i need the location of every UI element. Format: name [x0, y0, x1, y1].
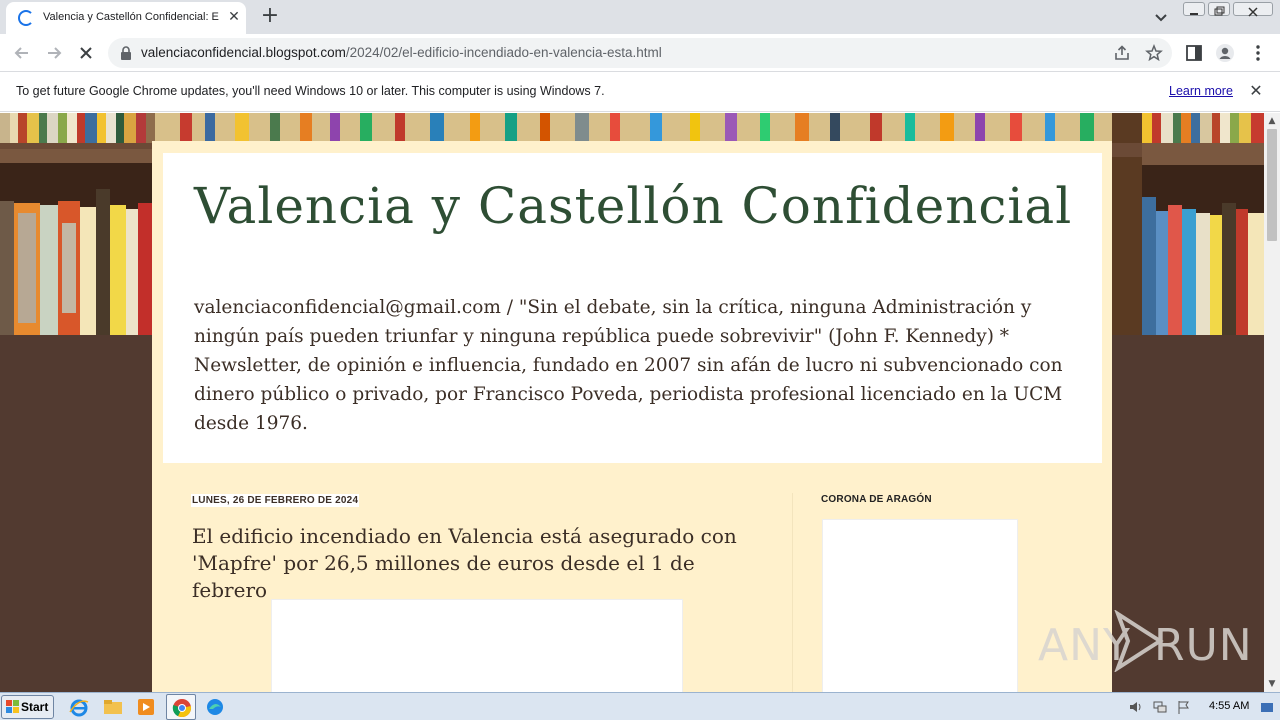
post-date-header: LUNES, 26 DE FEBRERO DE 2024: [191, 494, 360, 507]
file-explorer-icon[interactable]: [102, 696, 124, 718]
scroll-up-arrow-icon[interactable]: ▲: [1264, 113, 1280, 129]
tab-close-icon[interactable]: ✕: [226, 9, 242, 25]
forward-icon[interactable]: [43, 42, 65, 64]
profile-icon[interactable]: [1215, 43, 1235, 63]
taskbar-clock[interactable]: 4:55 AM: [1209, 700, 1249, 712]
tab-loading-spinner-icon: [18, 10, 34, 26]
new-tab-button[interactable]: +: [258, 5, 282, 29]
post-title: El edificio incendiado en Valencia está …: [192, 524, 737, 602]
anyrun-watermark-logo: ANY RUN: [1038, 610, 1252, 680]
blog-description: valenciaconfidencial@gmail.com / "Sin el…: [194, 297, 1063, 434]
scroll-down-arrow-icon[interactable]: ▼: [1264, 676, 1280, 692]
close-window-button[interactable]: [1233, 2, 1273, 17]
blog-content-area: Valencia y Castellón Confidencial valenc…: [152, 141, 1112, 692]
volume-icon[interactable]: [1128, 699, 1144, 715]
tab-title: Valencia y Castellón Confidencial: El: [43, 11, 219, 23]
minimize-window-button[interactable]: [1183, 2, 1205, 16]
windows-taskbar: Start 4:55 AM: [0, 692, 1280, 720]
update-infobar: To get future Google Chrome updates, you…: [0, 72, 1280, 112]
watermark-text-right: RUN: [1154, 620, 1253, 671]
blog-header: Valencia y Castellón Confidencial valenc…: [163, 153, 1102, 463]
learn-more-link[interactable]: Learn more: [1169, 84, 1233, 98]
url-domain: valenciaconfidencial.blogspot.com: [141, 45, 346, 60]
start-label: Start: [21, 700, 49, 714]
active-tab[interactable]: Valencia y Castellón Confidencial: El ✕: [6, 2, 246, 34]
tab-search-chevron-icon[interactable]: [1152, 8, 1170, 26]
sidebar-divider: [792, 493, 793, 692]
chrome-menu-icon[interactable]: [1248, 43, 1268, 63]
tab-strip: Valencia y Castellón Confidencial: El ✕ …: [0, 0, 1280, 34]
edge-icon[interactable]: [204, 696, 226, 718]
chrome-taskbar-button[interactable]: [166, 694, 196, 720]
scroll-thumb[interactable]: [1267, 129, 1277, 241]
infobar-close-icon[interactable]: ✕: [1247, 82, 1265, 100]
sidebar-widget-title: CORONA DE ARAGÓN: [821, 494, 932, 505]
media-player-icon[interactable]: [135, 696, 157, 718]
internet-explorer-icon[interactable]: [68, 696, 90, 718]
side-panel-icon[interactable]: [1184, 43, 1204, 63]
url-path: /2024/02/el-edificio-incendiado-en-valen…: [345, 45, 662, 60]
action-center-flag-icon[interactable]: [1176, 699, 1192, 715]
blog-title[interactable]: Valencia y Castellón Confidencial: [194, 177, 1072, 235]
address-bar[interactable]: valenciaconfidencial.blogspot.com/2024/0…: [108, 38, 1172, 68]
sidebar-widget-image[interactable]: [822, 519, 1018, 692]
back-icon[interactable]: [11, 42, 33, 64]
lock-icon[interactable]: [120, 46, 132, 60]
stop-loading-icon[interactable]: [75, 42, 97, 64]
start-button[interactable]: Start: [1, 695, 54, 719]
network-icon[interactable]: [1152, 699, 1168, 715]
windows-flag-icon: [6, 700, 19, 713]
show-desktop-icon[interactable]: [1259, 699, 1275, 715]
url-text[interactable]: valenciaconfidencial.blogspot.com/2024/0…: [141, 45, 662, 60]
share-icon[interactable]: [1113, 44, 1131, 62]
page-viewport: Valencia y Castellón Confidencial valenc…: [0, 113, 1264, 692]
vertical-scrollbar[interactable]: ▲ ▼: [1264, 113, 1280, 692]
chrome-icon: [172, 699, 192, 718]
infobar-message: To get future Google Chrome updates, you…: [16, 84, 605, 98]
bookmark-star-icon[interactable]: [1145, 44, 1163, 62]
post-image-placeholder: [271, 599, 683, 692]
browser-toolbar: valenciaconfidencial.blogspot.com/2024/0…: [0, 34, 1280, 72]
restore-window-button[interactable]: [1208, 2, 1230, 16]
